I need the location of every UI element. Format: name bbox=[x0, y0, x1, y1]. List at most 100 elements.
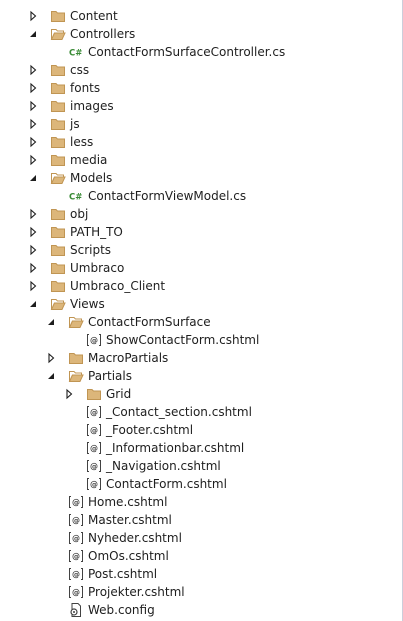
svg-text:C#: C# bbox=[69, 49, 82, 59]
tree-item-label: images bbox=[70, 99, 114, 113]
folder-icon bbox=[50, 80, 66, 96]
tree-item-label: less bbox=[70, 135, 94, 149]
tree-item-label: Post.cshtml bbox=[88, 567, 158, 581]
folder-icon bbox=[50, 98, 66, 114]
tree-item-models[interactable]: Models bbox=[0, 169, 402, 187]
folder-icon bbox=[50, 206, 66, 222]
tree-item-umbraco[interactable]: Umbraco bbox=[0, 259, 402, 277]
tree-item-post-cshtml[interactable]: @ Post.cshtml bbox=[0, 565, 402, 583]
tree-item-informationbar-cshtml[interactable]: @ _Informationbar.cshtml bbox=[0, 439, 402, 457]
solution-explorer-tree: Content Controllers C# ContactFormSurfaceCo… bbox=[0, 0, 403, 621]
folder-icon bbox=[50, 8, 66, 24]
tree-item-fonts[interactable]: fonts bbox=[0, 79, 402, 97]
collapsed-arrow-icon[interactable] bbox=[28, 151, 38, 169]
tree-item-omos-cshtml[interactable]: @ OmOs.cshtml bbox=[0, 547, 402, 565]
tree-item-label: Scripts bbox=[70, 243, 112, 257]
tree-item-contactformsurfacecontroller-cs[interactable]: C# ContactFormSurfaceController.cs bbox=[0, 43, 402, 61]
tree-item-partials[interactable]: Partials bbox=[0, 367, 402, 385]
razor-file-icon: @ bbox=[86, 404, 102, 420]
tree-item-navigation-cshtml[interactable]: @ _Navigation.cshtml bbox=[0, 457, 402, 475]
collapsed-arrow-icon[interactable] bbox=[28, 259, 38, 277]
collapsed-arrow-icon[interactable] bbox=[28, 115, 38, 133]
expanded-arrow-icon[interactable] bbox=[28, 295, 38, 313]
tree-item-content[interactable]: Content bbox=[0, 7, 402, 25]
tree-item-web-config[interactable]: Web.config bbox=[0, 601, 402, 619]
folder-open-icon bbox=[68, 314, 84, 330]
svg-text:@: @ bbox=[90, 480, 98, 489]
tree-item-images[interactable]: images bbox=[0, 97, 402, 115]
expanded-arrow-icon[interactable] bbox=[28, 25, 38, 43]
tree-item-label: Grid bbox=[106, 387, 132, 401]
tree-item-master-cshtml[interactable]: @ Master.cshtml bbox=[0, 511, 402, 529]
collapsed-arrow-icon[interactable] bbox=[28, 61, 38, 79]
collapsed-arrow-icon[interactable] bbox=[28, 133, 38, 151]
collapsed-arrow-icon[interactable] bbox=[46, 349, 56, 367]
folder-open-icon bbox=[50, 296, 66, 312]
tree-item-label: ContactFormSurfaceController.cs bbox=[88, 45, 286, 59]
collapsed-arrow-icon[interactable] bbox=[28, 241, 38, 259]
tree-item-path-to[interactable]: PATH_TO bbox=[0, 223, 402, 241]
csharp-file-icon: C# bbox=[68, 188, 84, 204]
folder-icon bbox=[68, 350, 84, 366]
tree-item-label: Umbraco bbox=[70, 261, 125, 275]
tree-item-contactformsurface[interactable]: ContactFormSurface bbox=[0, 313, 402, 331]
tree-item-label: Nyheder.cshtml bbox=[88, 531, 182, 545]
tree-item-label: ContactForm.cshtml bbox=[106, 477, 227, 491]
expanded-arrow-icon[interactable] bbox=[46, 367, 56, 385]
expanded-arrow-icon[interactable] bbox=[46, 313, 56, 331]
tree-item-label: Umbraco_Client bbox=[70, 279, 166, 293]
tree-item-contact-section-cshtml[interactable]: @ _Contact_section.cshtml bbox=[0, 403, 402, 421]
collapsed-arrow-icon[interactable] bbox=[28, 277, 38, 295]
svg-text:@: @ bbox=[90, 408, 98, 417]
tree-item-label: ContactFormViewModel.cs bbox=[88, 189, 247, 203]
tree-item-showcontactform-cshtml[interactable]: @ ShowContactForm.cshtml bbox=[0, 331, 402, 349]
tree-item-label: media bbox=[70, 153, 108, 167]
razor-file-icon: @ bbox=[86, 458, 102, 474]
csharp-file-icon: C# bbox=[68, 44, 84, 60]
svg-text:@: @ bbox=[72, 570, 80, 579]
tree-item-label: MacroPartials bbox=[88, 351, 169, 365]
tree-item-js[interactable]: js bbox=[0, 115, 402, 133]
tree-item-home-cshtml[interactable]: @ Home.cshtml bbox=[0, 493, 402, 511]
razor-file-icon: @ bbox=[68, 566, 84, 582]
tree-item-label: ShowContactForm.cshtml bbox=[106, 333, 260, 347]
tree-item-projekter-cshtml[interactable]: @ Projekter.cshtml bbox=[0, 583, 402, 601]
tree-item-macropartials[interactable]: MacroPartials bbox=[0, 349, 402, 367]
tree-item-nyheder-cshtml[interactable]: @ Nyheder.cshtml bbox=[0, 529, 402, 547]
folder-icon bbox=[50, 224, 66, 240]
svg-text:@: @ bbox=[90, 426, 98, 435]
svg-text:@: @ bbox=[90, 462, 98, 471]
razor-file-icon: @ bbox=[86, 476, 102, 492]
tree-item-obj[interactable]: obj bbox=[0, 205, 402, 223]
razor-file-icon: @ bbox=[86, 440, 102, 456]
tree-item-contactformviewmodel-cs[interactable]: C# ContactFormViewModel.cs bbox=[0, 187, 402, 205]
folder-open-icon bbox=[68, 368, 84, 384]
collapsed-arrow-icon[interactable] bbox=[28, 7, 38, 25]
tree-item-footer-cshtml[interactable]: @ _Footer.cshtml bbox=[0, 421, 402, 439]
tree-item-scripts[interactable]: Scripts bbox=[0, 241, 402, 259]
tree-item-contactform-cshtml[interactable]: @ ContactForm.cshtml bbox=[0, 475, 402, 493]
tree-item-label: obj bbox=[70, 207, 89, 221]
collapsed-arrow-icon[interactable] bbox=[28, 79, 38, 97]
collapsed-arrow-icon[interactable] bbox=[64, 385, 74, 403]
svg-text:@: @ bbox=[72, 534, 80, 543]
collapsed-arrow-icon[interactable] bbox=[28, 97, 38, 115]
tree-item-css[interactable]: css bbox=[0, 61, 402, 79]
svg-text:C#: C# bbox=[69, 193, 82, 203]
tree-item-less[interactable]: less bbox=[0, 133, 402, 151]
tree-item-label: js bbox=[70, 117, 80, 131]
tree-item-grid[interactable]: Grid bbox=[0, 385, 402, 403]
folder-icon bbox=[50, 278, 66, 294]
tree-item-label: Content bbox=[70, 9, 118, 23]
tree-item-umbraco-client[interactable]: Umbraco_Client bbox=[0, 277, 402, 295]
folder-icon bbox=[50, 242, 66, 258]
tree-item-media[interactable]: media bbox=[0, 151, 402, 169]
folder-icon bbox=[50, 62, 66, 78]
collapsed-arrow-icon[interactable] bbox=[28, 205, 38, 223]
folder-icon bbox=[86, 386, 102, 402]
collapsed-arrow-icon[interactable] bbox=[28, 223, 38, 241]
tree-item-label: Master.cshtml bbox=[88, 513, 172, 527]
tree-item-views[interactable]: Views bbox=[0, 295, 402, 313]
tree-item-controllers[interactable]: Controllers bbox=[0, 25, 402, 43]
expanded-arrow-icon[interactable] bbox=[28, 169, 38, 187]
